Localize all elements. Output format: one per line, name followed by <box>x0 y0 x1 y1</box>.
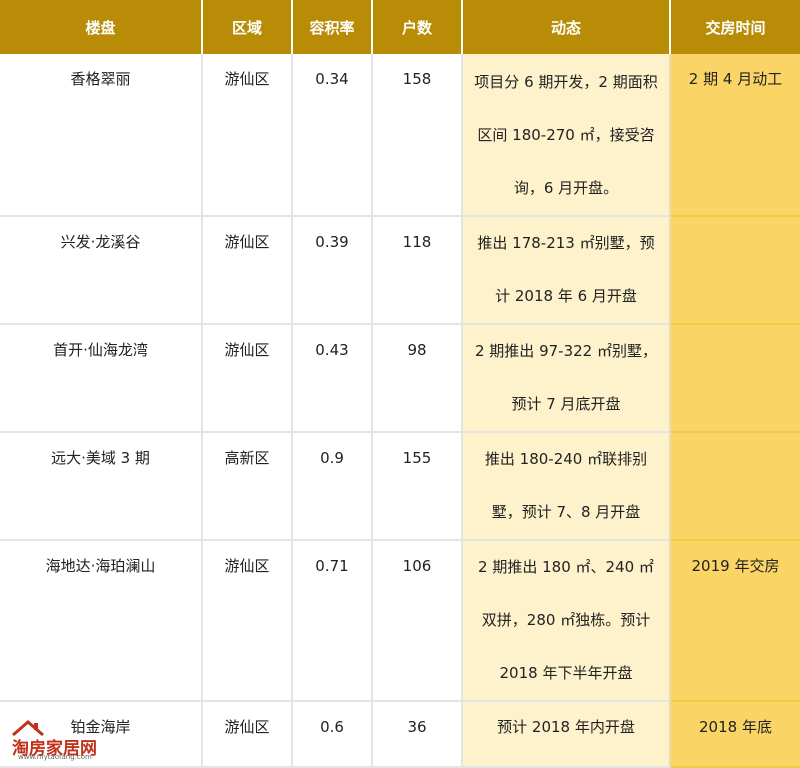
cell-news: 项目分 6 期开发，2 期面积区间 180-270 ㎡，接受咨询，6 月开盘。 <box>463 54 671 217</box>
cell-delivery: 2018 年底 <box>671 702 800 768</box>
header-far: 容积率 <box>293 0 373 54</box>
cell-property-name: 海地达·海珀澜山 <box>0 541 203 702</box>
news-text: 推出 180-240 ㎡联排别墅，预计 7、8 月开盘 <box>484 450 648 521</box>
cell-district: 游仙区 <box>203 54 293 217</box>
cell-delivery <box>671 433 800 541</box>
table-row: 首开·仙海龙湾 游仙区 0.43 98 2 期推出 97-322 ㎡别墅，预计 … <box>0 325 800 433</box>
watermark-url: www.mytaofang.com <box>18 753 92 761</box>
property-table: 楼盘 区域 容积率 户数 动态 交房时间 香格翠丽 游仙区 0.34 158 项… <box>0 0 800 768</box>
table-row: 远大·美域 3 期 高新区 0.9 155 推出 180-240 ㎡联排别墅，预… <box>0 433 800 541</box>
cell-property-name: 香格翠丽 <box>0 54 203 217</box>
cell-property-name: 兴发·龙溪谷 <box>0 217 203 325</box>
table-row: 铂金海岸 游仙区 0.6 36 预计 2018 年内开盘 2018 年底 <box>0 702 800 768</box>
header-news: 动态 <box>463 0 671 54</box>
cell-news: 2 期推出 180 ㎡、240 ㎡双拼，280 ㎡独栋。预计 2018 年下半年… <box>463 541 671 702</box>
table-header-row: 楼盘 区域 容积率 户数 动态 交房时间 <box>0 0 800 54</box>
cell-units: 155 <box>373 433 463 541</box>
cell-property-name: 远大·美域 3 期 <box>0 433 203 541</box>
cell-district: 高新区 <box>203 433 293 541</box>
news-text: 2 期推出 180 ㎡、240 ㎡双拼，280 ㎡独栋。预计 2018 年下半年… <box>478 558 654 682</box>
header-units: 户数 <box>373 0 463 54</box>
cell-far: 0.9 <box>293 433 373 541</box>
cell-district: 游仙区 <box>203 325 293 433</box>
cell-far: 0.6 <box>293 702 373 768</box>
cell-delivery: 2 期 4 月动工 <box>671 54 800 217</box>
cell-units: 98 <box>373 325 463 433</box>
cell-far: 0.71 <box>293 541 373 702</box>
table-row: 香格翠丽 游仙区 0.34 158 项目分 6 期开发，2 期面积区间 180-… <box>0 54 800 217</box>
header-delivery: 交房时间 <box>671 0 800 54</box>
cell-units: 106 <box>373 541 463 702</box>
header-district: 区域 <box>203 0 293 54</box>
news-text: 2 期推出 97-322 ㎡别墅，预计 7 月底开盘 <box>475 342 657 413</box>
cell-property-name: 首开·仙海龙湾 <box>0 325 203 433</box>
table-row: 兴发·龙溪谷 游仙区 0.39 118 推出 178-213 ㎡别墅，预计 20… <box>0 217 800 325</box>
cell-delivery: 2019 年交房 <box>671 541 800 702</box>
cell-units: 118 <box>373 217 463 325</box>
cell-district: 游仙区 <box>203 702 293 768</box>
news-text: 预计 2018 年内开盘 <box>497 718 635 736</box>
site-watermark-logo: 淘房家居网 www.mytaofang.com <box>4 720 114 761</box>
cell-news: 推出 178-213 ㎡别墅，预计 2018 年 6 月开盘 <box>463 217 671 325</box>
cell-far: 0.34 <box>293 54 373 217</box>
cell-far: 0.39 <box>293 217 373 325</box>
cell-delivery <box>671 325 800 433</box>
cell-units: 36 <box>373 702 463 768</box>
cell-units: 158 <box>373 54 463 217</box>
cell-district: 游仙区 <box>203 217 293 325</box>
cell-news: 预计 2018 年内开盘 <box>463 702 671 768</box>
cell-far: 0.43 <box>293 325 373 433</box>
cell-delivery <box>671 217 800 325</box>
cell-news: 2 期推出 97-322 ㎡别墅，预计 7 月底开盘 <box>463 325 671 433</box>
cell-district: 游仙区 <box>203 541 293 702</box>
news-text: 推出 178-213 ㎡别墅，预计 2018 年 6 月开盘 <box>477 234 655 305</box>
header-property: 楼盘 <box>0 0 203 54</box>
news-text: 项目分 6 期开发，2 期面积区间 180-270 ㎡，接受咨询，6 月开盘。 <box>474 73 658 197</box>
table-row: 海地达·海珀澜山 游仙区 0.71 106 2 期推出 180 ㎡、240 ㎡双… <box>0 541 800 702</box>
cell-news: 推出 180-240 ㎡联排别墅，预计 7、8 月开盘 <box>463 433 671 541</box>
